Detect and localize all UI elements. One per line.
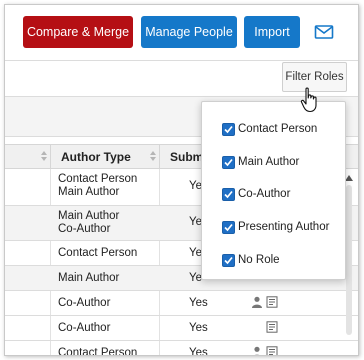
column-header-author-type[interactable]: Author Type (61, 145, 131, 168)
author-type-line: Contact Person (58, 173, 138, 185)
filter-option-label: Contact Person (238, 123, 318, 135)
filter-option-label: No Role (238, 254, 280, 266)
author-type-cell: Co-Author (58, 297, 111, 309)
filter-option-label: Main Author (238, 156, 300, 168)
author-type-cell: Main Author (58, 272, 120, 284)
import-button[interactable]: Import (244, 16, 300, 48)
column-header-submitted[interactable]: Subm (170, 145, 203, 168)
filter-option-label: Presenting Author (238, 221, 330, 233)
filter-option-co-author[interactable]: Co-Author (222, 186, 290, 202)
checkbox-checked-icon[interactable] (222, 155, 235, 169)
checkbox-checked-icon[interactable] (222, 187, 235, 201)
checkbox-checked-icon[interactable] (222, 253, 235, 267)
checkbox-checked-icon[interactable] (222, 122, 235, 136)
envelope-icon[interactable] (314, 22, 334, 42)
column-separator (50, 145, 51, 168)
submitted-cell: Yes (189, 347, 208, 356)
author-type-line: Main Author (58, 210, 120, 222)
sort-icon[interactable] (150, 150, 156, 162)
filter-option-presenting-author[interactable]: Presenting Author (222, 219, 329, 235)
filter-option-main-author[interactable]: Main Author (222, 154, 299, 170)
author-type-cell: Contact Person (58, 247, 138, 259)
table-row[interactable]: Co-Author Yes (5, 291, 358, 316)
author-type-cell: Co-Author (58, 322, 111, 334)
form-icon[interactable] (266, 346, 278, 356)
row-actions (251, 346, 278, 356)
filter-option-contact-person[interactable]: Contact Person (222, 121, 317, 137)
form-icon[interactable] (266, 321, 278, 333)
manage-people-button[interactable]: Manage People (141, 16, 237, 48)
author-type-cell: Main Author Co-Author (58, 210, 119, 236)
author-type-cell: Contact Person Main Author (58, 173, 137, 199)
column-separator (159, 145, 160, 168)
author-type-line: Main Author (58, 186, 120, 198)
checkbox-checked-icon[interactable] (222, 220, 235, 234)
filter-roles-dropdown: Contact Person Main Author Co-Author Pre… (201, 101, 346, 280)
person-icon[interactable] (251, 346, 263, 356)
table-row[interactable]: Co-Author Yes (5, 316, 358, 341)
scroll-up-arrow (345, 175, 353, 181)
compare-merge-button[interactable]: Compare & Merge (23, 16, 133, 48)
filter-option-no-role[interactable]: No Role (222, 252, 280, 268)
table-row[interactable]: Contact Person Yes (5, 341, 358, 356)
app-frame: Compare & Merge Manage People Import Fil… (4, 4, 359, 356)
toolbar-divider (5, 60, 358, 61)
submitted-cell: Yes (189, 322, 208, 334)
row-actions (266, 321, 278, 333)
submitted-cell: Yes (189, 297, 208, 309)
hand-pointer-cursor-icon (300, 87, 317, 113)
sort-icon[interactable] (41, 150, 47, 162)
row-actions (251, 296, 278, 308)
person-icon[interactable] (251, 296, 263, 308)
author-type-line: Co-Author (58, 223, 111, 235)
author-type-cell: Contact Person (58, 347, 138, 356)
form-icon[interactable] (266, 296, 278, 308)
filter-option-label: Co-Author (238, 188, 291, 200)
